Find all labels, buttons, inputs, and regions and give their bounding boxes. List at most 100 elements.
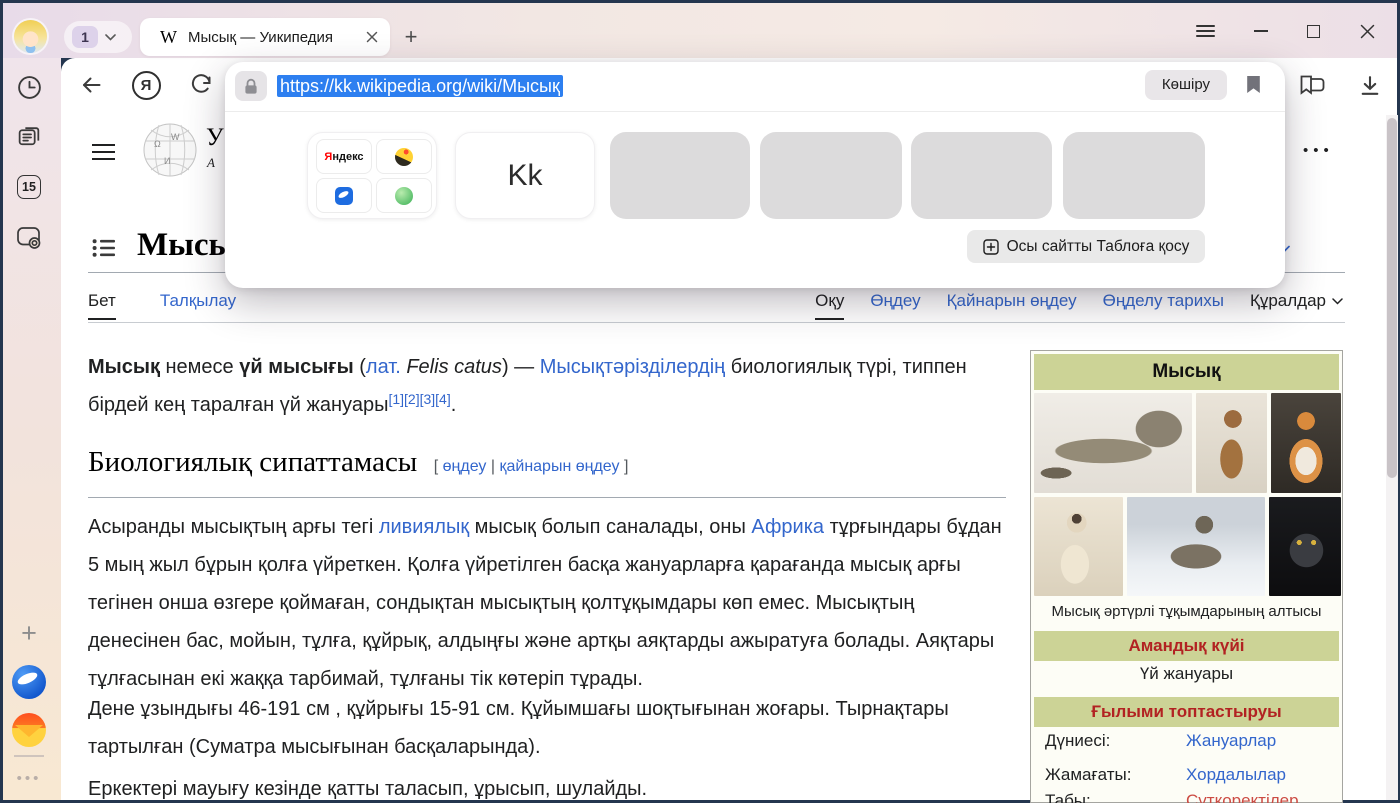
wikipedia-tagline: А xyxy=(207,155,215,171)
history-button[interactable] xyxy=(0,72,58,102)
side-panel-button[interactable]: 15 xyxy=(0,172,58,202)
text-segment: ) — xyxy=(502,356,540,378)
taxonomy-label: Табы: xyxy=(1045,791,1091,803)
text-segment: мысық болып саналады, оны xyxy=(469,516,751,538)
yandex-mail-shortcut[interactable] xyxy=(0,711,58,749)
cat-photo-tabby-snow[interactable] xyxy=(1127,497,1265,596)
tab-read[interactable]: Оқу xyxy=(815,291,844,320)
tablo-tile-kk-wikipedia[interactable]: Kk xyxy=(455,132,595,219)
taxonomy-red-link[interactable]: Сүткоректілер xyxy=(1186,791,1299,803)
text-segment: ( xyxy=(354,356,366,378)
feed-button[interactable] xyxy=(0,121,58,151)
collections-button[interactable] xyxy=(1297,70,1327,100)
wiki-more-menu[interactable]: ••• xyxy=(1303,142,1334,159)
back-button[interactable] xyxy=(76,70,106,100)
infobox-title: Мысық xyxy=(1034,354,1339,390)
refresh-button[interactable] xyxy=(186,70,216,100)
svg-text:W: W xyxy=(171,132,180,142)
contents-button[interactable] xyxy=(92,238,116,263)
yandex-disk-shortcut[interactable] xyxy=(0,663,58,701)
tab-history[interactable]: Өңделу тарихы xyxy=(1103,291,1224,318)
minimize-button[interactable] xyxy=(1244,18,1278,44)
taxonomy-link[interactable]: Жануарлар xyxy=(1186,731,1276,751)
taxonomy-link[interactable]: Хордалылар xyxy=(1186,765,1286,785)
taxonomy-label: Дүниесі: xyxy=(1045,731,1110,750)
taxonomy-row: Жамағаты: Хордалылар xyxy=(1045,765,1334,785)
infobox-image-grid xyxy=(1034,393,1339,596)
inline-link[interactable]: ливиялық xyxy=(379,516,469,538)
close-window-button[interactable] xyxy=(1350,18,1384,44)
collections-icon xyxy=(1298,73,1326,98)
add-to-tablo-button[interactable]: Осы сайтты Таблоға қосу xyxy=(967,230,1205,263)
tab-edit[interactable]: Өңдеу xyxy=(870,291,920,318)
text-segment: Felis catus xyxy=(406,356,502,378)
chevron-down-icon xyxy=(105,34,116,41)
text-segment: ] xyxy=(620,458,629,475)
screenshot-button[interactable] xyxy=(0,222,58,254)
yandex-wordmark: Яндекс xyxy=(324,151,363,163)
inline-link[interactable]: Африка xyxy=(751,516,824,538)
wikipedia-globe-logo[interactable]: Ω W И xyxy=(142,119,198,184)
inline-link[interactable]: [1][2][3][4] xyxy=(388,391,450,407)
cat-photo-siamese[interactable] xyxy=(1034,497,1123,596)
clock-icon xyxy=(16,74,43,101)
sidebar-add-button[interactable]: + xyxy=(0,618,58,648)
body-paragraph: Дене ұзындығы 46-191 см , құйрығы 15-91 … xyxy=(88,690,1008,766)
panel-badge-icon: 15 xyxy=(17,175,41,199)
tab-group-selector[interactable]: 1 xyxy=(64,21,132,53)
taxonomy-row: Табы: Сүткоректілер xyxy=(1045,791,1334,803)
text-segment: тұрғындары бұдан 5 мың жыл бұрын қолға ү… xyxy=(88,516,1007,690)
profile-avatar[interactable] xyxy=(14,20,47,53)
text-segment: немесе xyxy=(160,356,239,378)
inline-link[interactable]: өңдеу xyxy=(443,458,487,475)
yandex-mail-icon xyxy=(12,713,46,747)
body-paragraph: Еркектері мауығу кезінде қатты таласып, … xyxy=(88,770,1008,803)
browser-menu-button[interactable] xyxy=(1188,18,1222,44)
inline-link[interactable]: лат. xyxy=(366,356,401,378)
tablo-tile-empty[interactable] xyxy=(610,132,750,219)
yandex-service-tile[interactable] xyxy=(376,178,432,213)
back-arrow-icon xyxy=(79,73,104,97)
sidebar-more-button[interactable]: ••• xyxy=(0,768,58,788)
classification-header: Ғылыми топтастыруы xyxy=(1034,697,1339,727)
yandex-green-service-icon xyxy=(395,187,413,205)
yandex-images-tile[interactable] xyxy=(376,139,432,174)
cat-photo-abyssinian[interactable] xyxy=(1196,393,1267,493)
maximize-button[interactable] xyxy=(1296,18,1330,44)
svg-text:И: И xyxy=(164,156,170,166)
page-scrollbar-thumb[interactable] xyxy=(1387,118,1397,478)
yandex-search-tile[interactable]: Яндекс xyxy=(316,139,372,174)
cat-photo-tabby-shelf[interactable] xyxy=(1034,393,1192,493)
cat-photo-orange-white[interactable] xyxy=(1271,393,1341,493)
popup-divider xyxy=(225,111,1285,112)
address-input[interactable]: https://kk.wikipedia.org/wiki/Мысық xyxy=(277,71,563,101)
section-heading-block: Биологиялық сипаттамасы [ өңдеу | қайнар… xyxy=(88,446,628,479)
inline-link[interactable]: Мысықтәрізділердің xyxy=(540,356,725,378)
body-paragraph: Асыранды мысықтың арғы тегі ливиялық мыс… xyxy=(88,508,1008,698)
tablo-tile-empty[interactable] xyxy=(1063,132,1205,219)
tab-talk[interactable]: Талқылау xyxy=(160,291,236,318)
yandex-home-button[interactable]: Я xyxy=(131,70,161,100)
tablo-tile-empty[interactable] xyxy=(760,132,902,219)
copy-url-button[interactable]: Көшіру xyxy=(1145,70,1227,100)
yandex-disk-tile[interactable] xyxy=(316,178,372,213)
tab-edit-source[interactable]: Қайнарын өңдеу xyxy=(947,291,1077,318)
browser-tab[interactable]: W Мысық — Уикипедия xyxy=(140,18,390,56)
new-tab-button[interactable]: + xyxy=(396,22,426,52)
site-security-chip[interactable] xyxy=(235,71,267,101)
ellipsis-icon: ••• xyxy=(17,770,42,787)
refresh-icon xyxy=(189,73,214,97)
infobox-caption: Мысық әртүрлі тұқымдарының алтысы xyxy=(1034,603,1339,620)
downloads-button[interactable] xyxy=(1355,70,1385,100)
tablo-tile-empty[interactable] xyxy=(911,132,1052,219)
cat-photo-gray[interactable] xyxy=(1269,497,1341,596)
inline-link[interactable]: қайнарын өңдеу xyxy=(499,458,619,475)
wiki-main-menu-button[interactable] xyxy=(92,139,115,165)
bookmark-button[interactable] xyxy=(1246,75,1261,99)
tab-close-icon[interactable] xyxy=(366,31,378,43)
conservation-status-value: Үй жануары xyxy=(1034,664,1339,684)
tab-page[interactable]: Бет xyxy=(88,291,116,320)
tab-tools[interactable]: Құралдар xyxy=(1250,291,1343,318)
section-heading: Биологиялық сипаттамасы xyxy=(88,446,417,478)
tablo-tile-yandex[interactable]: Яндекс xyxy=(307,132,437,219)
